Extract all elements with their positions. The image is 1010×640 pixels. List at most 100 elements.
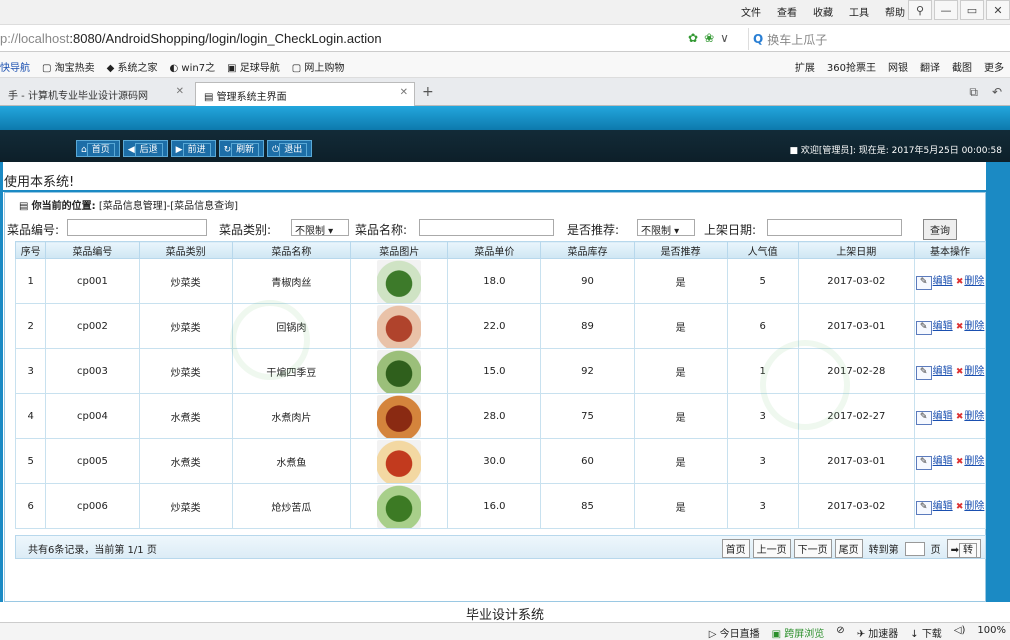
- sound-icon[interactable]: ◁): [954, 625, 966, 640]
- address-icons: ✿ ❀ ∨: [688, 31, 729, 45]
- page-input[interactable]: [904, 541, 925, 556]
- notice-text: 使用本系统!: [4, 175, 75, 190]
- pin-icon[interactable]: ⚲: [908, 0, 932, 20]
- cell-date: 2017-03-01: [797, 438, 916, 484]
- code-input[interactable]: [67, 219, 207, 236]
- back-button[interactable]: ◀ 后退: [122, 140, 168, 157]
- goto-label: 转到第: [868, 545, 899, 556]
- right-border: [986, 162, 1010, 602]
- logout-button[interactable]: ⏻ 退出: [267, 140, 313, 157]
- bookmark-item[interactable]: ▢ 网上购物: [292, 59, 345, 74]
- cross-screen-button[interactable]: ▣ 跨屏浏览: [772, 625, 825, 640]
- edit-link[interactable]: ✎ 编辑: [915, 455, 953, 470]
- last-page-button[interactable]: 尾页: [834, 539, 863, 558]
- url-field[interactable]: p://localhost:8080/AndroidShopping/login…: [0, 31, 382, 46]
- accelerator-button[interactable]: ✈ 加速器: [857, 625, 899, 640]
- recommend-label: 是否推荐:: [567, 223, 620, 237]
- menu-list: 文件 查看 收藏 工具 帮助: [741, 4, 905, 19]
- bookmark-item[interactable]: ◆ 系统之家: [107, 59, 158, 74]
- dish-image-cell: [350, 393, 449, 439]
- close-icon[interactable]: ✕: [400, 87, 408, 98]
- cell-pop: 1: [726, 348, 799, 394]
- bank-button[interactable]: 网银: [888, 59, 908, 74]
- edit-link[interactable]: ✎ 编辑: [915, 365, 953, 380]
- cell-pop: 3: [726, 438, 799, 484]
- menu-help[interactable]: 帮助: [885, 4, 905, 19]
- go-button[interactable]: ➡ 转: [946, 539, 981, 558]
- menu-tools[interactable]: 工具: [849, 4, 869, 19]
- more-button[interactable]: 更多: [984, 59, 1004, 74]
- cell-date: 2017-03-02: [797, 258, 916, 304]
- delete-icon: ✖: [955, 321, 964, 332]
- new-tab-icon[interactable]: +: [422, 84, 434, 100]
- table-row: 6 cp006 炒菜类 炝炒苦瓜 16.0 85 是 3 2017-03-02 ✎ 编辑 ✖删除: [14, 483, 986, 529]
- cell-type: 炒菜类: [138, 303, 233, 349]
- prev-page-button[interactable]: 上一页: [752, 539, 791, 558]
- footer: 毕业设计系统: [0, 602, 1010, 623]
- dish-image: [377, 259, 422, 303]
- live-button[interactable]: ▷ 今日直播: [709, 625, 760, 640]
- edit-link[interactable]: ✎ 编辑: [915, 275, 953, 290]
- delete-link[interactable]: ✖删除: [956, 411, 985, 422]
- extensions-button[interactable]: 扩展: [795, 59, 815, 74]
- maximize-icon[interactable]: ▭: [960, 0, 984, 20]
- cell-price: 18.0: [447, 258, 542, 304]
- bookmark-item[interactable]: ▣ 足球导航: [227, 59, 280, 74]
- search-box[interactable]: Q 换车上瓜子: [748, 28, 978, 50]
- cell-name: 水煮肉片: [231, 393, 352, 439]
- tab-source-site[interactable]: 手 - 计算机专业毕业设计源码网 ✕: [0, 82, 190, 106]
- cell-actions: ✎ 编辑 ✖删除: [914, 348, 986, 394]
- pager-buttons: 首页 上一页 下一页 尾页 转到第 页 ➡ 转: [721, 539, 981, 558]
- leaf-icon[interactable]: ❀: [704, 31, 714, 45]
- screenshot-button[interactable]: 截图: [952, 59, 972, 74]
- ticket-button[interactable]: 360抢票王: [827, 59, 876, 74]
- tab-admin[interactable]: ▤ 管理系统主界面 ✕: [195, 82, 415, 106]
- pager-total: 共有6条记录，当前第 1/1 页: [28, 545, 157, 556]
- cell-stock: 92: [540, 348, 635, 394]
- next-page-button[interactable]: 下一页: [793, 539, 832, 558]
- name-input[interactable]: [419, 219, 554, 236]
- cell-no: 4: [14, 393, 47, 439]
- home-button[interactable]: ⌂ 首页: [76, 140, 120, 157]
- zoom-level[interactable]: 100%: [977, 625, 1006, 640]
- minimize-icon[interactable]: —: [934, 0, 958, 20]
- delete-link[interactable]: ✖删除: [956, 456, 985, 467]
- cell-type: 炒菜类: [138, 483, 233, 529]
- delete-link[interactable]: ✖删除: [956, 321, 985, 332]
- cell-type: 炒菜类: [138, 258, 233, 304]
- date-input[interactable]: [767, 219, 902, 236]
- delete-link[interactable]: ✖删除: [956, 366, 985, 377]
- refresh-button[interactable]: ↻ 刷新: [218, 140, 265, 157]
- bookmark-item[interactable]: ▢ 淘宝热卖: [42, 59, 95, 74]
- status-bar: ▷ 今日直播 ▣ 跨屏浏览 ⊘ ✈ 加速器 ↓ 下载 ◁) 100%: [0, 622, 1010, 640]
- menu-view[interactable]: 查看: [777, 4, 797, 19]
- app-header: ⌂ 首页 ◀ 后退 ▶ 前进 ↻ 刷新 ⏻ 退出 ■ 欢迎[管理员]: 现在是: 2017…: [0, 106, 1010, 162]
- cell-stock: 75: [540, 393, 635, 439]
- refresh-icon[interactable]: ✿: [688, 31, 698, 45]
- type-select[interactable]: 不限制 ▾: [291, 219, 349, 237]
- bookmark-item[interactable]: 快导航: [0, 59, 30, 74]
- delete-link[interactable]: ✖删除: [956, 501, 985, 512]
- cell-pop: 6: [726, 303, 799, 349]
- translate-button[interactable]: 翻译: [920, 59, 940, 74]
- download-button[interactable]: ↓ 下载: [910, 625, 942, 640]
- close-icon[interactable]: ✕: [986, 0, 1010, 20]
- query-button[interactable]: 查询: [923, 219, 957, 240]
- delete-link[interactable]: ✖删除: [956, 276, 985, 287]
- speedup-icon[interactable]: ⊘: [836, 625, 844, 640]
- restore-tab-icon[interactable]: ⧉: [969, 85, 978, 100]
- bookmark-item[interactable]: ◐ win7之: [170, 59, 216, 74]
- close-icon[interactable]: ✕: [176, 86, 184, 97]
- chevron-down-icon[interactable]: ∨: [720, 31, 729, 45]
- menu-file[interactable]: 文件: [741, 4, 761, 19]
- recommend-select[interactable]: 不限制 ▾: [637, 219, 695, 237]
- edit-link[interactable]: ✎ 编辑: [915, 410, 953, 425]
- edit-link[interactable]: ✎ 编辑: [915, 500, 953, 515]
- bookmark-list: 快导航 ▢ 淘宝热卖 ◆ 系统之家 ◐ win7之 ▣ 足球导航 ▢ 网上购物: [0, 59, 344, 74]
- edit-link[interactable]: ✎ 编辑: [915, 320, 953, 335]
- window-controls: ⚲ — ▭ ✕: [906, 0, 1010, 20]
- undo-icon[interactable]: ↶: [992, 85, 1002, 100]
- forward-button[interactable]: ▶ 前进: [170, 140, 216, 157]
- menu-favorites[interactable]: 收藏: [813, 4, 833, 19]
- first-page-button[interactable]: 首页: [721, 539, 750, 558]
